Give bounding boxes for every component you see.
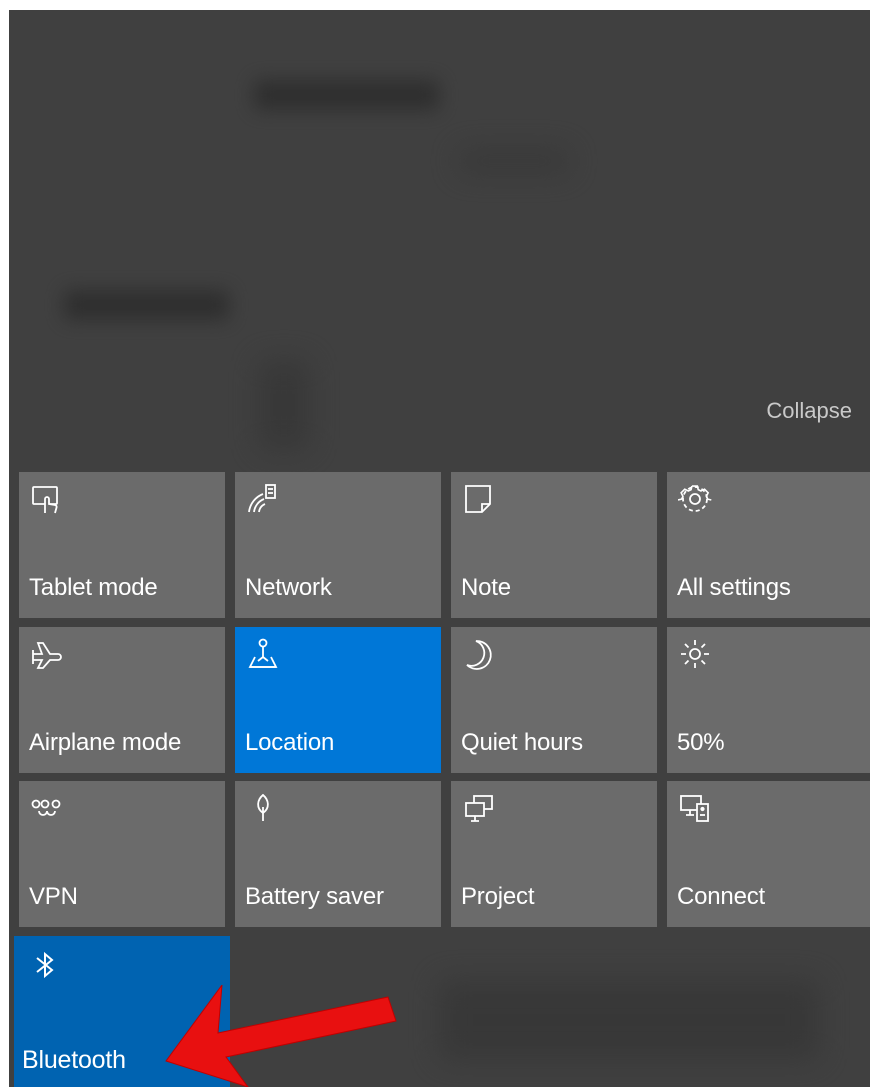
tile-all-settings[interactable]: All settings [667, 472, 870, 618]
tile-connect[interactable]: Connect [667, 781, 870, 927]
action-center-panel: Collapse Tablet mode Network Note All se… [9, 10, 870, 1087]
tile-battery-saver[interactable]: Battery saver [235, 781, 441, 927]
moon-icon [462, 637, 496, 671]
tile-label: Battery saver [245, 883, 384, 910]
location-icon [246, 637, 280, 671]
tile-label: Bluetooth [22, 1046, 126, 1074]
tile-location[interactable]: Location [235, 627, 441, 773]
annotation-arrow [165, 985, 397, 1087]
blurred-notification-title [64, 290, 229, 320]
tile-airplane-mode[interactable]: Airplane mode [19, 627, 225, 773]
tile-label: Network [245, 574, 332, 601]
network-icon [246, 482, 280, 516]
collapse-link[interactable]: Collapse [766, 398, 852, 424]
tile-label: Project [461, 883, 535, 910]
airplane-icon [30, 637, 64, 671]
tile-project[interactable]: Project [451, 781, 657, 927]
battery-saver-icon [246, 791, 280, 825]
tile-label: All settings [677, 574, 791, 601]
tile-quiet-hours[interactable]: Quiet hours [451, 627, 657, 773]
tablet-mode-icon [30, 482, 64, 516]
tile-label: Tablet mode [29, 574, 158, 601]
blurred-notification-image [259, 360, 309, 450]
vpn-icon [30, 791, 64, 825]
connect-icon [678, 791, 712, 825]
blurred-notification-text [459, 150, 569, 172]
note-icon [462, 482, 496, 516]
blurred-notification-title [254, 80, 439, 110]
tile-tablet-mode[interactable]: Tablet mode [19, 472, 225, 618]
tile-brightness[interactable]: 50% [667, 627, 870, 773]
blurred-background-shape [439, 980, 819, 1060]
bluetooth-icon [28, 948, 62, 982]
tile-label: Note [461, 574, 511, 601]
tile-label: 50% [677, 729, 725, 756]
brightness-icon [678, 637, 712, 671]
tile-label: Airplane mode [29, 729, 182, 756]
tile-label: Location [245, 729, 335, 756]
tile-network[interactable]: Network [235, 472, 441, 618]
tile-label: VPN [29, 883, 78, 910]
gear-icon [678, 482, 712, 516]
tile-note[interactable]: Note [451, 472, 657, 618]
tile-label: Connect [677, 883, 765, 910]
tile-label: Quiet hours [461, 729, 583, 756]
tile-vpn[interactable]: VPN [19, 781, 225, 927]
project-icon [462, 791, 496, 825]
